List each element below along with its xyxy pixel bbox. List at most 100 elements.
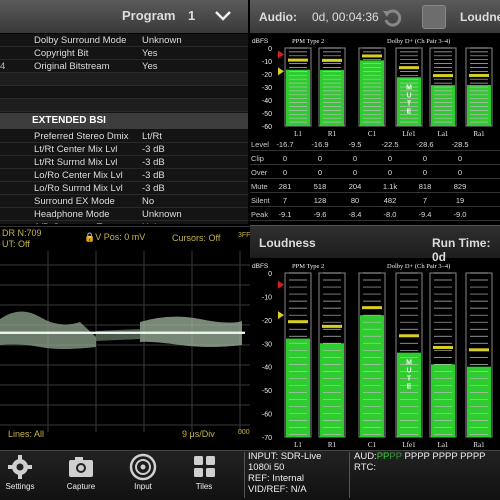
table-row: Lt/Rt Center Mix Lvl -3 dB — [0, 143, 248, 156]
stats-cell: -9.1 — [278, 210, 292, 219]
program-dropdown-button[interactable] — [212, 7, 234, 25]
stats-row-name: Clip — [251, 154, 264, 163]
tiles-icon — [194, 456, 215, 477]
stats-row: Clip 0 0 0 0 0 0 — [250, 152, 500, 165]
meter-bar-level — [467, 366, 491, 437]
meter-bar-level — [431, 85, 455, 126]
stats-cell: 818 — [418, 182, 432, 191]
stats-cell: 518 — [313, 182, 327, 191]
audio-meters-bottom: dBFS PPM Type 2 Dolby D+ (Ch Pair 3–4) 0 -10… — [252, 263, 493, 449]
meter-channel-label: L1 — [294, 441, 302, 449]
meter-channel-label: C1 — [368, 441, 377, 449]
stats-cell: 7 — [422, 196, 428, 205]
loudness-tab[interactable]: Loudne — [460, 10, 500, 24]
section-title: EXTENDED BSI — [32, 115, 106, 126]
capture-button[interactable]: Capture — [55, 452, 107, 498]
input-info: INPUT: SDR-Live 1080i 50 REF: Internal V… — [248, 451, 321, 495]
stats-cell: 0 — [317, 154, 323, 163]
stats-cell: -28.6 — [416, 140, 434, 149]
audio-time: 0d, 00:04:36 — [312, 10, 379, 24]
mute-letter: M — [406, 84, 412, 91]
meter-scale-label: -70 — [262, 435, 272, 442]
meter-scale-label: -60 — [262, 412, 272, 419]
stats-cell: 0 — [457, 154, 463, 163]
stats-cell: 0 — [282, 168, 288, 177]
table-row: Dolby Surround Mode Unknown — [0, 34, 248, 47]
stats-cell: 0 — [422, 168, 428, 177]
settings-label: Settings — [5, 482, 35, 491]
meter-channel-label: Ra1 — [473, 441, 485, 449]
table-row — [0, 86, 248, 99]
meter-scale-label: -60 — [262, 124, 272, 131]
settings-button[interactable]: Settings — [0, 452, 46, 498]
row-label: Lt/Rt Surrnd Mix Lvl — [34, 157, 118, 168]
row-label: Dolby Surround Mode — [34, 35, 127, 46]
audio-meters-top: dBFS PPM Type 2 Dolby D+ (Ch Pair 3–4) 0 -10… — [252, 38, 493, 138]
stats-cell: 128 — [313, 196, 327, 205]
meter-scale-label: -30 — [262, 85, 272, 92]
table-row — [0, 99, 248, 112]
meter-peak-hold — [469, 348, 489, 352]
waveform-cursors: Cursors: Off — [172, 233, 221, 243]
row-value: Yes — [142, 48, 158, 59]
meter-channel-label: R1 — [328, 441, 337, 449]
red-marker — [278, 50, 284, 59]
row-value: -3 dB — [142, 183, 165, 194]
input-button[interactable]: Input — [117, 452, 169, 498]
row-label: A/D Converter Type — [34, 221, 117, 224]
stats-row: Level -16.7 -16.9 -9.5 -22.5 -28.6 -28.5 — [250, 138, 500, 151]
tiles-button[interactable]: Tiles — [178, 452, 230, 498]
table-row — [0, 73, 248, 86]
row-label: Lt/Rt Center Mix Lvl — [34, 144, 118, 155]
meter-bar-level — [360, 60, 384, 126]
row-value: Unknown — [142, 35, 182, 46]
meter-bar-level — [431, 364, 455, 437]
stats-cell: 281 — [278, 182, 292, 191]
stats-cell: -28.5 — [451, 140, 469, 149]
meter-type: PPM Type 2 — [292, 263, 324, 270]
stats-cell: 0 — [387, 168, 393, 177]
row-prefix: 4 — [0, 61, 6, 72]
stats-cell: 482 — [383, 196, 397, 205]
meter-scale-label: -40 — [262, 365, 272, 372]
stats-cell: 204 — [348, 182, 362, 191]
stats-cell: -22.5 — [381, 140, 399, 149]
table-row: Copyright Bit Yes — [0, 47, 248, 60]
mute-letter: M — [406, 360, 412, 367]
aud-pair-active: PP — [389, 451, 402, 462]
meter-peak-hold — [322, 324, 342, 328]
reset-button[interactable] — [380, 5, 404, 29]
vpos-text: V Pos: 0 mV — [95, 232, 146, 242]
gear-icon — [8, 455, 32, 479]
lock-icon: 🔒 — [84, 232, 96, 242]
waveform-colorspace: DR N:709 — [2, 228, 42, 238]
stats-row-name: Over — [251, 168, 268, 177]
toolbar-divider — [349, 452, 350, 498]
meter-bar-level — [286, 69, 310, 126]
waveform-display[interactable] — [0, 226, 250, 448]
stop-button[interactable] — [422, 5, 446, 29]
meter-scale-label: -30 — [262, 341, 272, 348]
row-label: Original Bitstream — [34, 61, 110, 72]
aud-pairs: PPPP PPPP PPPP — [401, 451, 486, 462]
meter-peak-hold — [362, 54, 382, 58]
stats-row: Mute 281 518 204 1.1k 818 829 — [250, 180, 500, 193]
row-value: -3 dB — [142, 144, 165, 155]
row-label: Lo/Ro Center Mix Lvl — [34, 170, 123, 181]
mute-letter: E — [407, 384, 412, 391]
input-icon — [129, 453, 157, 481]
stats-cell: -9.6 — [313, 210, 327, 219]
status-table: Dolby Surround Mode Unknown Copyright Bi… — [0, 34, 248, 224]
program-number: 1 — [188, 8, 196, 23]
meter-channel-label: L1 — [294, 130, 302, 138]
meter-channel-label: La1 — [438, 130, 449, 138]
stats-cell: 0 — [352, 168, 358, 177]
input-format: 1080i 50 — [248, 462, 285, 473]
meter-peak-hold — [322, 58, 342, 62]
stats-cell: -9.0 — [453, 210, 467, 219]
meter-source: Dolby D+ (Ch Pair 3–4) — [387, 38, 450, 45]
stats-cell: -9.5 — [348, 140, 362, 149]
mute-letter: U — [406, 368, 411, 375]
meter-scale-label: -20 — [262, 318, 272, 325]
stats-cell: 0 — [457, 168, 463, 177]
